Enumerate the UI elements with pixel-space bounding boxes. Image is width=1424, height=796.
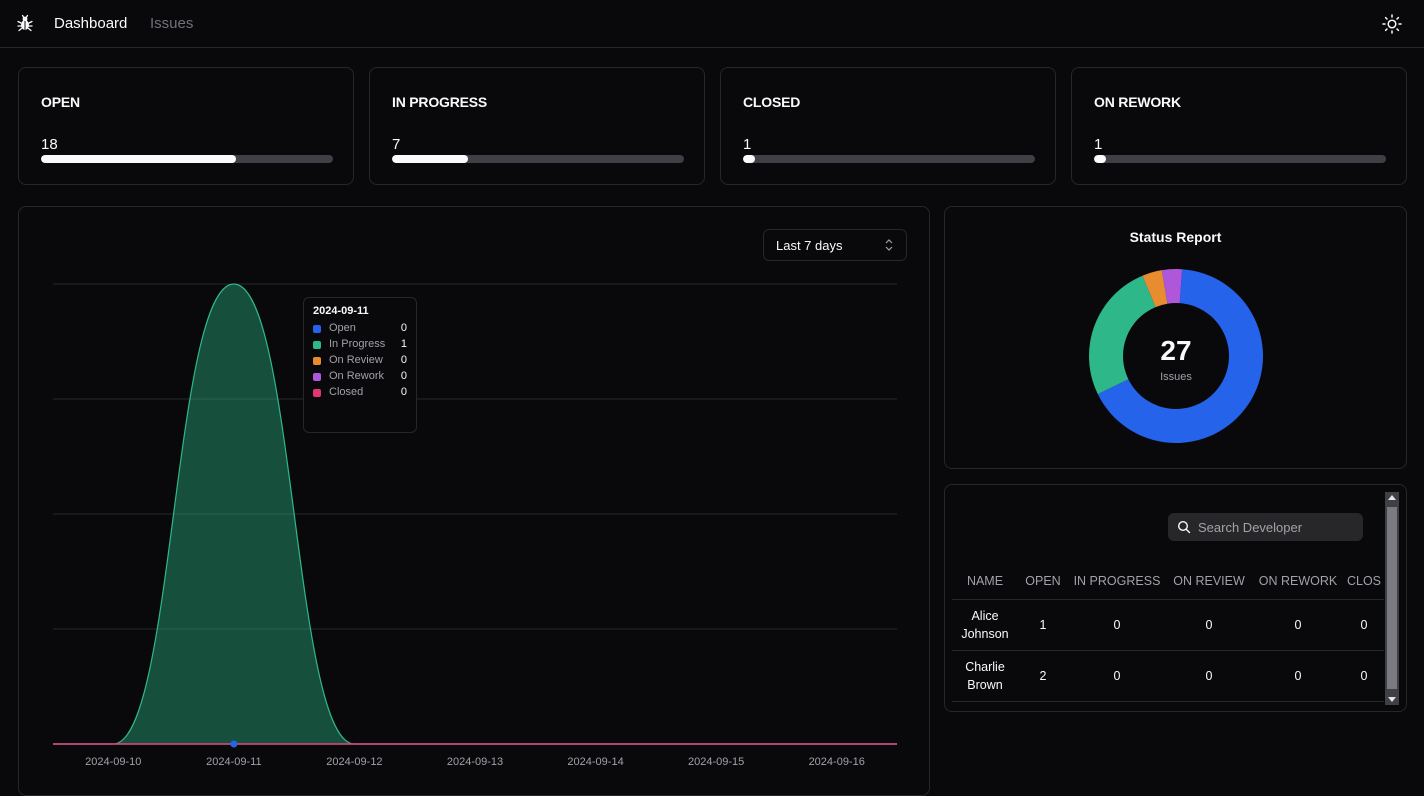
scroll-up-arrow[interactable] [1388,495,1396,500]
stat-progress-track [743,155,1035,163]
total-issues-label: Issues [1160,371,1192,383]
cell-on-review: 0 [1166,650,1252,702]
developer-name: Charlie Brown [952,650,1018,702]
stat-progress-fill [1094,155,1106,163]
tooltip-row: Open 0 [313,322,407,336]
cell-open: 2 [1018,650,1068,702]
x-tick-label: 2024-09-12 [326,756,382,768]
scroll-down-arrow[interactable] [1388,697,1396,702]
top-navigation: Dashboard Issues [0,0,1424,48]
stat-value: 18 [41,136,58,153]
column-header-in-progress[interactable]: IN PROGRESS [1068,563,1166,600]
legend-swatch [313,373,321,381]
status-report-card: Status Report 27 Issues [944,206,1407,469]
x-tick-label: 2024-09-11 [206,756,261,768]
tooltip-label: In Progress [329,338,386,350]
cell-on-review: 0 [1166,599,1252,651]
cell-open: 1 [1018,599,1068,651]
stat-card-closed: CLOSED 1 [720,67,1056,185]
column-header-closed[interactable]: CLOS [1344,563,1384,600]
stat-card-in-progress: IN PROGRESS 7 [369,67,705,185]
stat-progress-track [392,155,684,163]
bug-icon[interactable] [16,14,34,32]
table-scrollbar[interactable] [1385,492,1399,705]
table-row[interactable]: Alice Johnson 1 0 0 0 0 [952,599,1384,651]
cell-in-progress: 0 [1068,599,1166,651]
stat-progress-fill [743,155,755,163]
stat-card-open: OPEN 18 [18,67,354,185]
column-header-on-rework[interactable]: ON REWORK [1252,563,1344,600]
cell-closed: 0 [1344,599,1384,651]
x-tick-label: 2024-09-14 [567,756,623,768]
x-tick-label: 2024-09-16 [809,756,865,768]
column-header-name[interactable]: NAME [952,563,1018,600]
tooltip-row: Closed 0 [313,386,407,400]
table-header-row: NAME OPEN IN PROGRESS ON REVIEW ON REWOR… [952,563,1384,600]
stat-value: 7 [392,136,401,153]
legend-swatch [313,389,321,397]
tooltip-value: 1 [400,338,407,350]
tooltip-date: 2024-09-11 [313,305,369,317]
area-chart[interactable]: 2024-09-10 2024-09-11 2024-09-12 2024-09-13… [19,207,931,783]
stat-value: 1 [743,136,752,153]
stat-progress-track [1094,155,1386,163]
tooltip-value: 0 [400,322,407,334]
legend-swatch [313,341,321,349]
stat-progress-track [41,155,333,163]
stat-title: OPEN [41,94,80,110]
stat-value: 1 [1094,136,1103,153]
tooltip-row: On Review 0 [313,354,407,368]
x-tick-label: 2024-09-10 [85,756,141,768]
tooltip-row: On Rework 0 [313,370,407,384]
cell-closed: 0 [1344,650,1384,702]
active-point [230,740,238,748]
nav-dashboard[interactable]: Dashboard [54,15,127,32]
stat-progress-fill [392,155,468,163]
developer-search-input[interactable] [1198,513,1358,541]
cell-on-rework: 0 [1252,650,1344,702]
tooltip-value: 0 [400,370,407,382]
tooltip-label: Open [329,322,356,334]
issues-timeline-card: Last 7 days 2024-09-10 2024-09-11 2024-09-… [18,206,930,796]
developer-name: Alice Johnson [952,599,1018,651]
stat-card-on-rework: ON REWORK 1 [1071,67,1407,185]
column-header-open[interactable]: OPEN [1018,563,1068,600]
cell-on-rework: 0 [1252,599,1344,651]
stat-progress-fill [41,155,236,163]
sun-icon[interactable] [1381,13,1403,35]
tooltip-label: On Rework [329,370,385,382]
tooltip-value: 0 [400,386,407,398]
table-row[interactable]: Charlie Brown 2 0 0 0 0 [952,650,1384,702]
x-tick-label: 2024-09-13 [447,756,503,768]
developer-table-card: NAME OPEN IN PROGRESS ON REVIEW ON REWOR… [944,484,1407,712]
nav-issues[interactable]: Issues [150,15,193,32]
scrollbar-thumb[interactable] [1387,507,1397,689]
tooltip-label: Closed [329,386,364,398]
column-header-on-review[interactable]: ON REVIEW [1166,563,1252,600]
tooltip-label: On Review [329,354,383,366]
stat-title: ON REWORK [1094,94,1181,110]
search-icon [1177,520,1191,534]
stat-title: IN PROGRESS [392,94,488,110]
chart-tooltip: 2024-09-11 Open 0 In Progress 1 On Review 0 On… [303,297,417,433]
legend-swatch [313,357,321,365]
developer-search[interactable] [1168,513,1363,541]
tooltip-value: 0 [400,354,407,366]
stat-title: CLOSED [743,94,801,110]
total-issues-count: 27 [1160,335,1192,366]
cell-in-progress: 0 [1068,650,1166,702]
developer-table: NAME OPEN IN PROGRESS ON REVIEW ON REWOR… [952,563,1384,702]
x-tick-label: 2024-09-15 [688,756,744,768]
tooltip-row: In Progress 1 [313,338,407,352]
legend-swatch [313,325,321,333]
status-report-title: Status Report [1129,229,1222,245]
